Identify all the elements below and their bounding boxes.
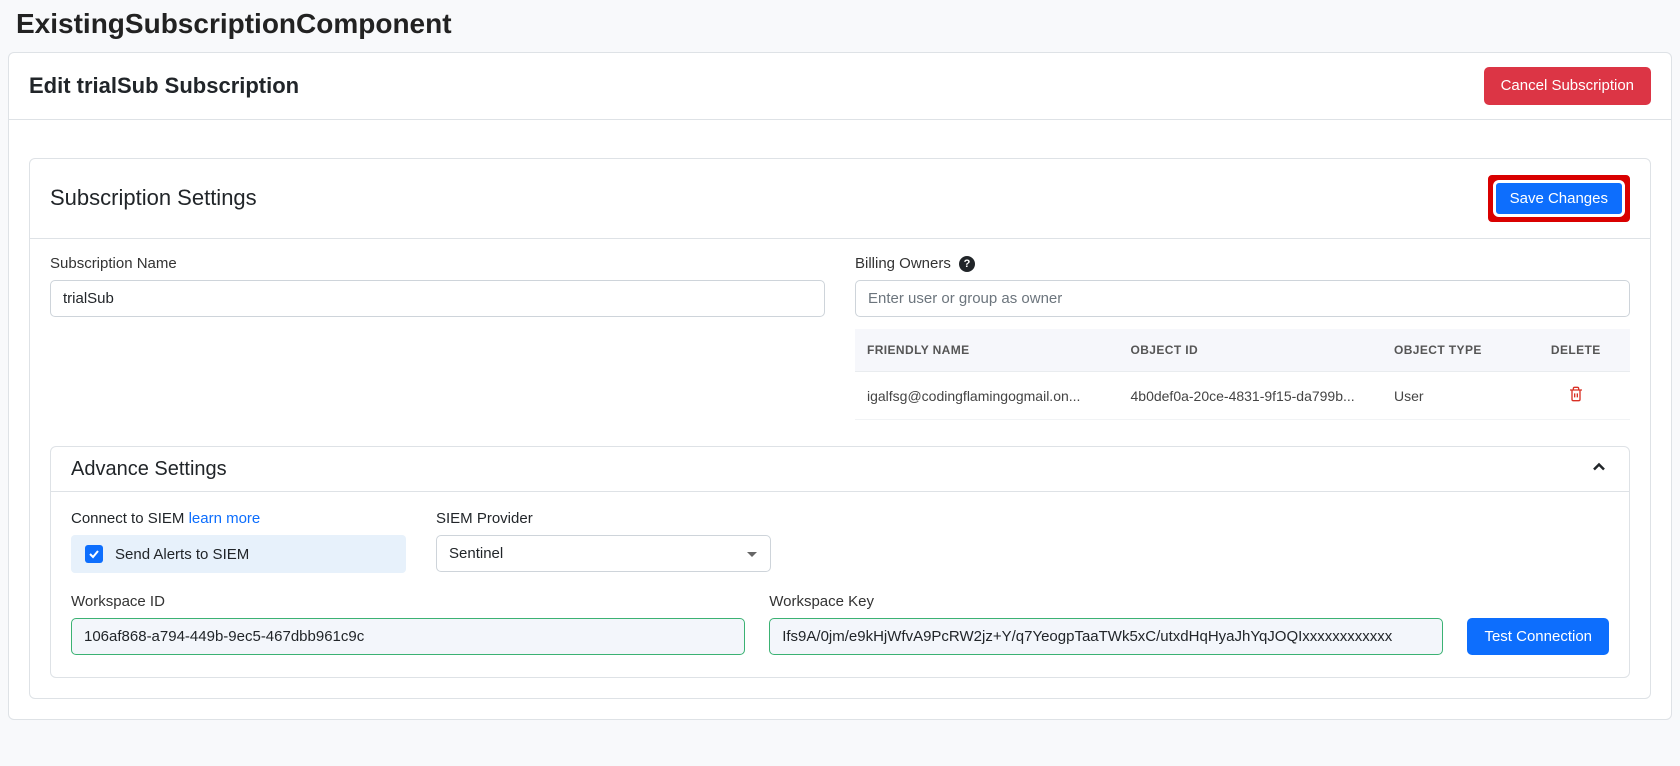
billing-owners-input[interactable] [855, 280, 1630, 317]
workspace-id-input[interactable] [71, 618, 745, 655]
cancel-subscription-button[interactable]: Cancel Subscription [1484, 67, 1651, 105]
save-changes-button[interactable]: Save Changes [1493, 180, 1625, 218]
advance-settings-panel: Advance Settings Connect to SIEM learn m… [50, 446, 1630, 678]
send-alerts-checkbox[interactable] [85, 545, 103, 563]
billing-owners-label: Billing Owners ? [855, 255, 1630, 272]
workspace-key-label: Workspace Key [769, 593, 1443, 610]
billing-owners-label-text: Billing Owners [855, 255, 951, 272]
send-alerts-checkbox-row: Send Alerts to SIEM [71, 535, 406, 573]
siem-provider-select[interactable]: Sentinel [436, 535, 771, 572]
advance-settings-title: Advance Settings [71, 458, 227, 481]
subscription-settings-panel: Subscription Settings Save Changes Subsc… [29, 158, 1651, 700]
subscription-name-label: Subscription Name [50, 255, 825, 272]
owners-col-name: FRIENDLY NAME [855, 329, 1119, 372]
subscription-name-input[interactable] [50, 280, 825, 317]
owners-col-delete: DELETE [1522, 329, 1631, 372]
test-connection-button[interactable]: Test Connection [1467, 618, 1609, 656]
connect-to-siem-label: Connect to SIEM learn more [71, 510, 406, 527]
trash-icon[interactable] [1568, 386, 1584, 405]
learn-more-link[interactable]: learn more [189, 510, 261, 527]
chevron-up-icon [1589, 457, 1609, 481]
workspace-key-input[interactable] [769, 618, 1443, 655]
workspace-id-label: Workspace ID [71, 593, 745, 610]
table-row: igalfsg@codingflamingogmail.on... 4b0def… [855, 372, 1630, 420]
edit-subscription-panel: Edit trialSub Subscription Cancel Subscr… [8, 52, 1672, 720]
subscription-settings-title: Subscription Settings [50, 185, 257, 211]
advance-settings-toggle[interactable]: Advance Settings [51, 447, 1629, 492]
edit-subscription-title: Edit trialSub Subscription [29, 73, 299, 99]
owners-col-id: OBJECT ID [1119, 329, 1383, 372]
send-alerts-label: Send Alerts to SIEM [115, 546, 249, 563]
connect-to-siem-text: Connect to SIEM [71, 510, 189, 527]
owner-object-id: 4b0def0a-20ce-4831-9f15-da799b... [1119, 372, 1383, 420]
siem-provider-label: SIEM Provider [436, 510, 771, 527]
owners-col-type: OBJECT TYPE [1382, 329, 1522, 372]
save-changes-highlight: Save Changes [1488, 175, 1630, 223]
help-icon[interactable]: ? [959, 256, 975, 272]
component-heading: ExistingSubscriptionComponent [16, 8, 1672, 40]
billing-owners-table: FRIENDLY NAME OBJECT ID OBJECT TYPE DELE… [855, 329, 1630, 420]
owner-friendly-name: igalfsg@codingflamingogmail.on... [855, 372, 1119, 420]
owner-object-type: User [1382, 372, 1522, 420]
